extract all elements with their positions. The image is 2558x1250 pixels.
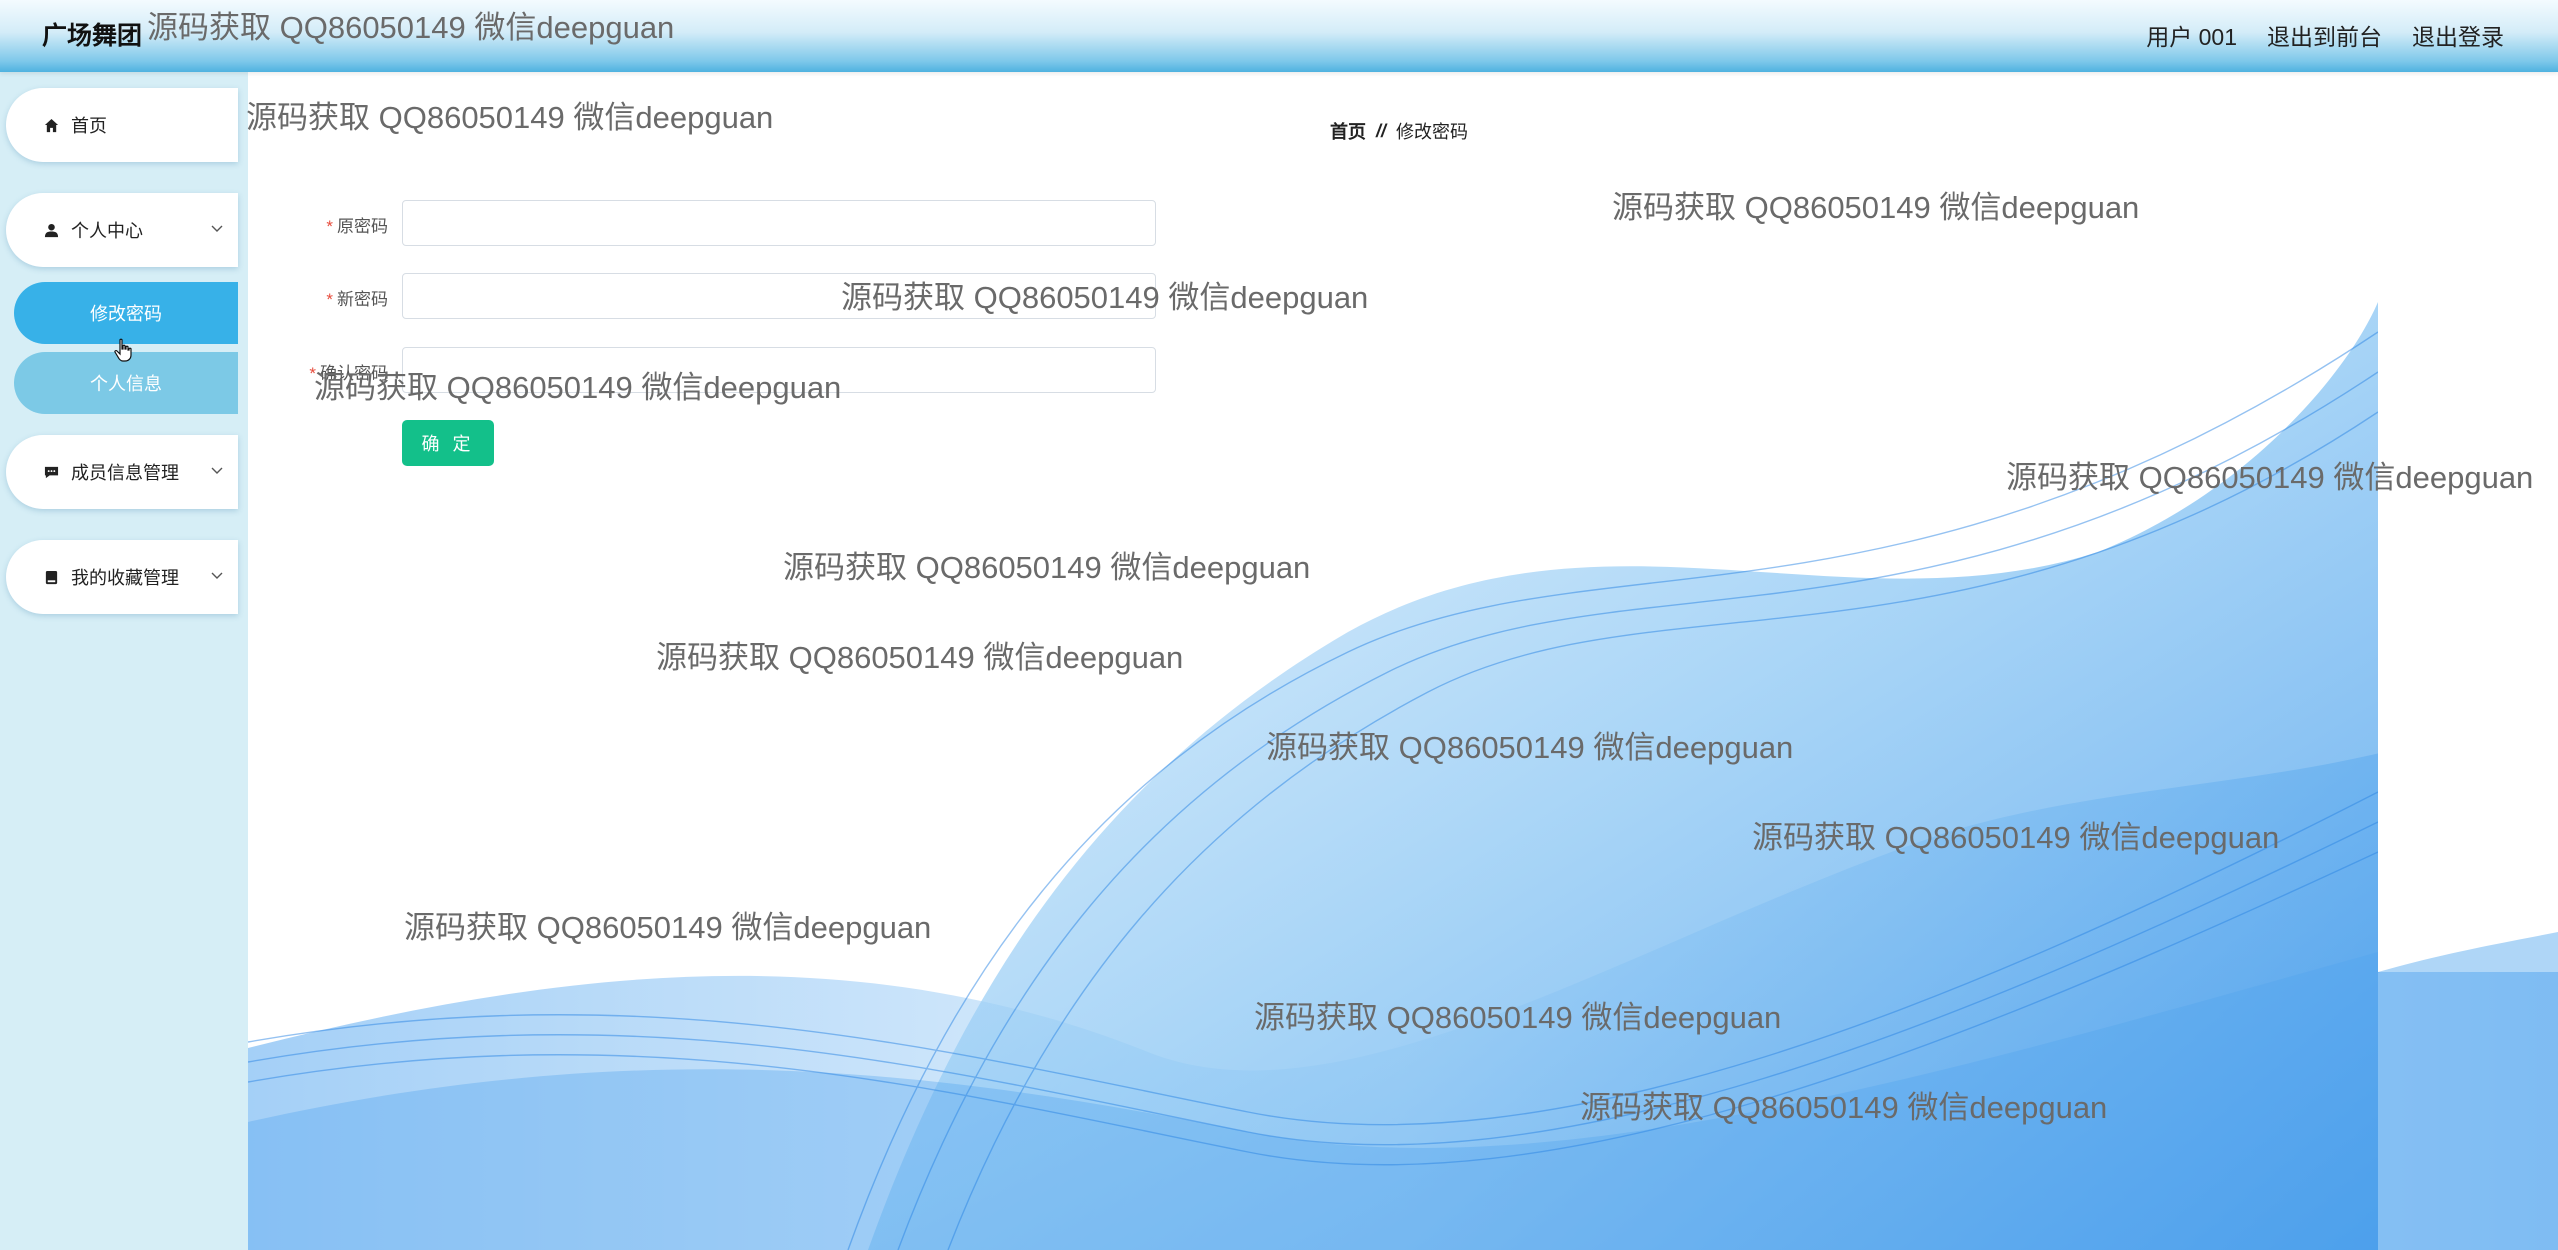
chevron-down-icon — [210, 219, 224, 233]
new-password-label: * 新密码 — [326, 290, 388, 309]
sidebar-item-label: 个人中心 — [71, 221, 143, 241]
confirm-password-input[interactable] — [402, 347, 1156, 393]
breadcrumb-current: 修改密码 — [1396, 122, 1469, 142]
logout-link[interactable]: 退出登录 — [2412, 18, 2504, 52]
sidebar-item-favorites-management[interactable]: 我的收藏管理 — [6, 540, 238, 614]
sidebar-item-personal-center[interactable]: 个人中心 — [6, 193, 238, 267]
sidebar-item-label: 首页 — [71, 116, 107, 136]
user-icon — [43, 222, 59, 238]
sidebar-item-label: 修改密码 — [90, 304, 162, 324]
main-content: 首页 // 修改密码 * 原密码 * 新密码 * 确认密码 确 定 — [248, 72, 2558, 1250]
breadcrumb-separator: // — [1376, 120, 1387, 141]
background-waves — [248, 72, 2558, 1250]
chevron-down-icon — [210, 566, 224, 580]
top-bar: 广场舞团 用户 001 退出到前台 退出登录 — [0, 0, 2558, 72]
book-icon — [43, 569, 59, 585]
user-name[interactable]: 用户 001 — [2146, 18, 2237, 52]
sidebar-item-label: 成员信息管理 — [71, 463, 179, 483]
sidebar: 首页 个人中心 修改密码 个人信息 成员信息管理 我的收藏管理 — [0, 72, 248, 1250]
new-password-input[interactable] — [402, 273, 1156, 319]
app-title: 广场舞团 — [42, 22, 143, 50]
top-nav: 用户 001 退出到前台 退出登录 — [2146, 18, 2504, 52]
sidebar-item-member-management[interactable]: 成员信息管理 — [6, 435, 238, 509]
breadcrumb-home[interactable]: 首页 — [1330, 118, 1366, 144]
sidebar-item-change-password[interactable]: 修改密码 — [14, 282, 238, 344]
sidebar-item-home[interactable]: 首页 — [6, 88, 238, 162]
exit-to-front-link[interactable]: 退出到前台 — [2267, 18, 2382, 52]
chat-icon — [43, 464, 59, 480]
breadcrumb: 首页 // 修改密码 — [1330, 118, 1468, 144]
sidebar-item-label: 个人信息 — [90, 374, 162, 394]
confirm-password-label: * 确认密码 — [309, 364, 388, 383]
chevron-down-icon — [210, 461, 224, 475]
home-icon — [43, 117, 59, 133]
hand-cursor-icon — [114, 338, 132, 367]
sidebar-item-label: 我的收藏管理 — [71, 568, 179, 588]
old-password-input[interactable] — [402, 200, 1156, 246]
submit-button[interactable]: 确 定 — [402, 420, 494, 466]
old-password-label: * 原密码 — [326, 217, 388, 236]
